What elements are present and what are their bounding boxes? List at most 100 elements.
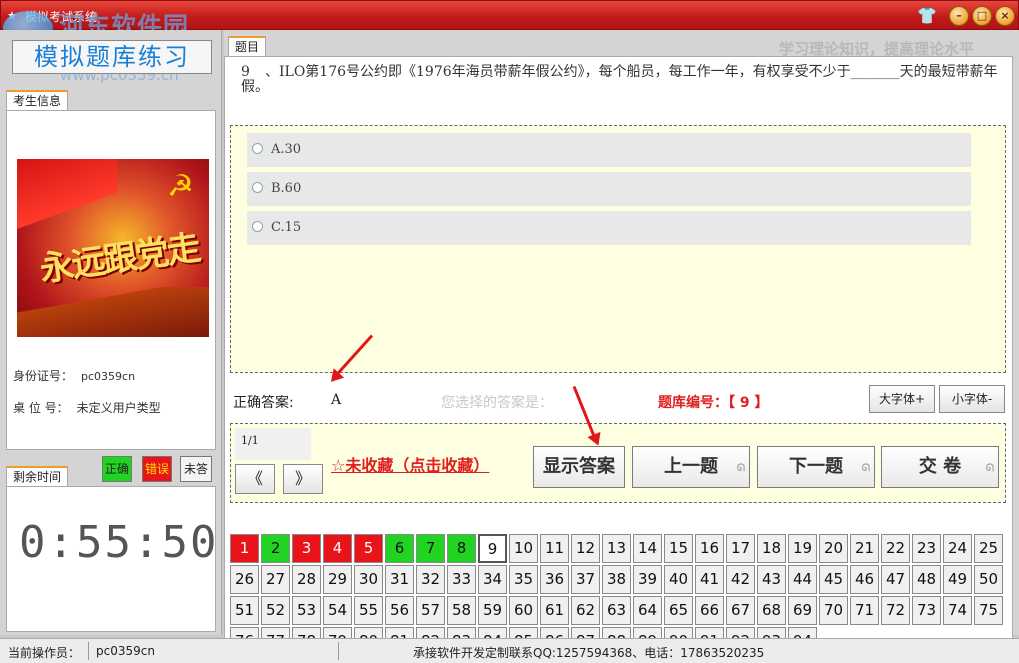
question-grid-cell[interactable]: 50 [974, 565, 1003, 594]
id-row: 身份证号： pc0359cn [13, 367, 135, 384]
question-grid-cell[interactable]: 19 [788, 534, 817, 563]
question-grid-cell[interactable]: 40 [664, 565, 693, 594]
question-grid-cell[interactable]: 41 [695, 565, 724, 594]
favorite-link[interactable]: ☆未收藏（点击收藏） [331, 452, 489, 476]
question-grid-cell[interactable]: 70 [819, 596, 848, 625]
question-grid-cell[interactable]: 54 [323, 596, 352, 625]
prev-question-button[interactable]: ᘏ 上一题 [632, 446, 750, 488]
question-grid-cell[interactable]: 39 [633, 565, 662, 594]
question-grid-cell[interactable]: 45 [819, 565, 848, 594]
question-grid-cell[interactable]: 14 [633, 534, 662, 563]
option-a-radio[interactable] [252, 143, 263, 154]
maximize-button[interactable]: □ [972, 6, 992, 26]
question-grid-cell[interactable]: 22 [881, 534, 910, 563]
question-grid-cell[interactable]: 55 [354, 596, 383, 625]
question-grid-cell[interactable]: 65 [664, 596, 693, 625]
question-grid-cell[interactable]: 10 [509, 534, 538, 563]
question-grid-cell[interactable]: 21 [850, 534, 879, 563]
title-bar[interactable]: ★ 模拟考试系统 河东软件园 👕 – □ × [0, 0, 1019, 45]
question-grid-cell[interactable]: 27 [261, 565, 290, 594]
question-grid-cell[interactable]: 18 [757, 534, 786, 563]
question-grid-cell[interactable]: 17 [726, 534, 755, 563]
question-grid-cell[interactable]: 43 [757, 565, 786, 594]
question-grid-cell[interactable]: 30 [354, 565, 383, 594]
submit-exam-button[interactable]: ᘏ交 卷 [881, 446, 999, 488]
minimize-button[interactable]: – [949, 6, 969, 26]
question-grid-cell[interactable]: 20 [819, 534, 848, 563]
option-b-radio[interactable] [252, 182, 263, 193]
question-grid-cell[interactable]: 5 [354, 534, 383, 563]
question-grid-cell[interactable]: 26 [230, 565, 259, 594]
question-grid-cell[interactable]: 36 [540, 565, 569, 594]
question-grid-cell[interactable]: 16 [695, 534, 724, 563]
question-grid-cell[interactable]: 6 [385, 534, 414, 563]
question-grid-cell[interactable]: 51 [230, 596, 259, 625]
next-question-button[interactable]: ᘏ 下一题 [757, 446, 875, 488]
question-grid-cell[interactable]: 37 [571, 565, 600, 594]
question-grid-cell[interactable]: 11 [540, 534, 569, 563]
option-b[interactable]: B.60 [247, 172, 971, 206]
question-grid-cell[interactable]: 49 [943, 565, 972, 594]
question-grid-cell[interactable]: 67 [726, 596, 755, 625]
question-grid-cell[interactable]: 8 [447, 534, 476, 563]
font-smaller-button[interactable]: 小字体- [939, 385, 1005, 413]
question-grid-cell[interactable]: 13 [602, 534, 631, 563]
question-grid-cell[interactable]: 62 [571, 596, 600, 625]
question-grid-cell[interactable]: 1 [230, 534, 259, 563]
question-grid-cell[interactable]: 2 [261, 534, 290, 563]
question-grid-cell[interactable]: 75 [974, 596, 1003, 625]
question-grid-cell[interactable]: 33 [447, 565, 476, 594]
question-grid-cell[interactable]: 7 [416, 534, 445, 563]
close-button[interactable]: × [995, 6, 1015, 26]
question-grid-cell[interactable]: 15 [664, 534, 693, 563]
font-larger-button[interactable]: 大字体+ [869, 385, 935, 413]
question-grid-cell[interactable]: 74 [943, 596, 972, 625]
option-a[interactable]: A.30 [247, 133, 971, 167]
question-grid-cell[interactable]: 63 [602, 596, 631, 625]
option-c-radio[interactable] [252, 221, 263, 232]
show-answer-button[interactable]: 显示答案 [533, 446, 625, 488]
question-grid-cell[interactable]: 68 [757, 596, 786, 625]
question-grid-cell[interactable]: 24 [943, 534, 972, 563]
operator-value: pc0359cn [96, 644, 155, 658]
question-grid-cell[interactable]: 71 [850, 596, 879, 625]
question-grid-cell[interactable]: 53 [292, 596, 321, 625]
question-grid-cell[interactable]: 64 [633, 596, 662, 625]
question-grid-cell[interactable]: 72 [881, 596, 910, 625]
prev-page-button[interactable]: 《 [235, 464, 275, 494]
question-grid-cell[interactable]: 35 [509, 565, 538, 594]
skin-shirt-icon[interactable]: 👕 [917, 6, 937, 26]
question-grid-cell[interactable]: 28 [292, 565, 321, 594]
question-grid-cell[interactable]: 46 [850, 565, 879, 594]
tab-remaining-time[interactable]: 剩余时间 [6, 466, 69, 486]
question-grid-cell[interactable]: 9 [478, 534, 507, 563]
question-grid-cell[interactable]: 48 [912, 565, 941, 594]
question-grid-cell[interactable]: 47 [881, 565, 910, 594]
question-grid-cell[interactable]: 34 [478, 565, 507, 594]
question-grid-cell[interactable]: 25 [974, 534, 1003, 563]
question-grid-cell[interactable]: 69 [788, 596, 817, 625]
question-grid-cell[interactable]: 31 [385, 565, 414, 594]
question-grid-cell[interactable]: 60 [509, 596, 538, 625]
question-grid-cell[interactable]: 59 [478, 596, 507, 625]
question-grid-cell[interactable]: 44 [788, 565, 817, 594]
question-grid-cell[interactable]: 32 [416, 565, 445, 594]
option-c[interactable]: C.15 [247, 211, 971, 245]
next-page-button[interactable]: 》 [283, 464, 323, 494]
tab-question[interactable]: 题目 [228, 36, 267, 56]
question-grid-cell[interactable]: 38 [602, 565, 631, 594]
question-grid-cell[interactable]: 42 [726, 565, 755, 594]
question-grid-cell[interactable]: 52 [261, 596, 290, 625]
question-grid-cell[interactable]: 3 [292, 534, 321, 563]
question-grid-cell[interactable]: 23 [912, 534, 941, 563]
question-grid-cell[interactable]: 66 [695, 596, 724, 625]
question-grid-cell[interactable]: 4 [323, 534, 352, 563]
question-grid-cell[interactable]: 56 [385, 596, 414, 625]
question-grid-cell[interactable]: 73 [912, 596, 941, 625]
question-grid-cell[interactable]: 29 [323, 565, 352, 594]
question-grid-cell[interactable]: 61 [540, 596, 569, 625]
question-grid-cell[interactable]: 57 [416, 596, 445, 625]
question-grid-cell[interactable]: 58 [447, 596, 476, 625]
tab-student-info[interactable]: 考生信息 [6, 90, 69, 110]
question-grid-cell[interactable]: 12 [571, 534, 600, 563]
